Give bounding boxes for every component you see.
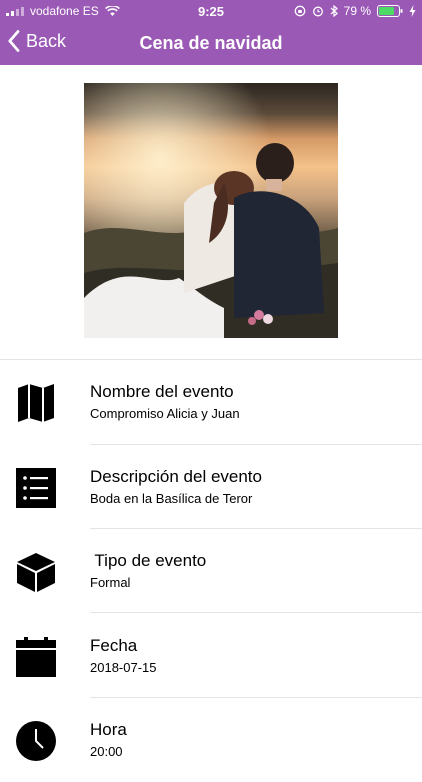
list-icon [16,468,56,508]
field-value: 20:00 [90,744,123,759]
status-right: 79 % [294,4,416,18]
rotation-lock-icon [294,5,305,17]
event-field-row: Tipo de evento Formal [0,529,422,613]
field-value: Compromiso Alicia y Juan [90,406,240,421]
field-value: Formal [90,575,131,590]
field-value: 2018-07-15 [90,660,157,675]
field-value: Boda en la Basílica de Teror [90,491,253,506]
alarm-icon [312,6,323,17]
bluetooth-icon [330,5,338,17]
calendar-icon [16,637,56,677]
cube-icon [17,553,55,592]
app-header: vodafone ES 9:25 79 % Back Cena de navid… [0,0,422,65]
couple-photo-illustration [84,83,338,338]
field-label: Hora [90,720,127,739]
field-label: Tipo de evento [90,551,207,570]
status-bar: vodafone ES 9:25 79 % [0,0,422,22]
clock-icon [16,721,56,761]
event-field-row: Hora 20:00 [0,698,422,782]
map-icon [18,384,54,422]
page-title: Cena de navidad [139,33,283,53]
row-divider [90,612,422,613]
nav-bar: Back Cena de navidad [0,22,422,65]
field-label: Descripción del evento [90,467,262,486]
event-field-row: Fecha 2018-07-15 [0,614,422,698]
charging-icon [409,5,416,17]
event-photo [84,83,338,338]
event-field-row: Nombre del evento Compromiso Alicia y Ju… [0,360,422,444]
battery-icon [377,5,403,17]
battery-percent: 79 % [343,4,371,18]
field-label: Nombre del evento [90,382,234,401]
field-label: Fecha [90,636,138,655]
event-field-row: Descripción del evento Boda en la Basíli… [0,445,422,529]
